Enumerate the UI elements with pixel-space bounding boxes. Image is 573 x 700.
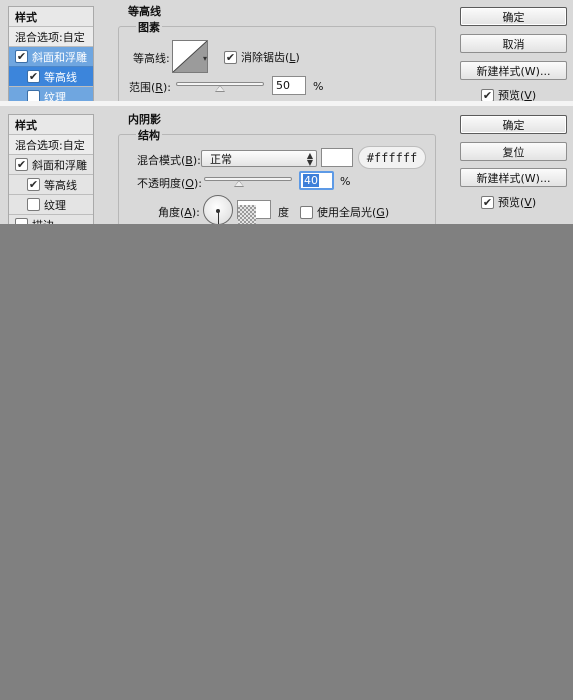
ok-button[interactable]: 确定: [460, 7, 567, 26]
bevel-emboss-label: 斜面和浮雕: [32, 50, 87, 64]
style-list-item-stroke[interactable]: 描边: [9, 215, 93, 224]
blend-mode-value: 正常: [210, 152, 232, 166]
preview-close: ): [531, 195, 537, 209]
texture-item-label: 纹理: [44, 90, 66, 102]
opacity-input[interactable]: 40: [299, 171, 334, 190]
angle-label: 角度(A):: [158, 204, 200, 220]
opacity-close: ):: [193, 177, 202, 190]
contour-item-label: 等高线: [44, 70, 77, 84]
bevel-emboss-checkbox[interactable]: [15, 50, 28, 63]
angle-shortcut: A: [184, 206, 192, 219]
opacity-unit: %: [340, 175, 351, 188]
antialias-close: ): [295, 50, 300, 64]
hex-color-label: #ffffff: [358, 146, 426, 169]
angle-input-overlay: [238, 205, 256, 224]
antialias-option[interactable]: 消除锯齿(L): [224, 49, 300, 65]
stroke-checkbox[interactable]: [15, 218, 28, 224]
group-title-elements: 图素: [136, 19, 162, 35]
contour-curve-icon: [172, 40, 208, 73]
global-light-label: 使用全局光(: [317, 206, 377, 219]
shadow-color-swatch[interactable]: [321, 148, 353, 167]
preview-shortcut: V: [524, 88, 532, 102]
style-list-item-texture[interactable]: 纹理: [9, 195, 93, 215]
preview-checkbox[interactable]: [481, 88, 494, 101]
angle-close: ):: [191, 206, 200, 219]
blend-mode-label-text: 混合模式(: [137, 154, 186, 167]
texture-checkbox[interactable]: [27, 90, 40, 101]
angle-dial[interactable]: [203, 195, 233, 224]
range-close: ):: [162, 81, 171, 94]
layer-style-dialog-inner-shadow: 样式 混合选项:自定 斜面和浮雕 等高线 纹理 描边 内阴影 结构 混合模式(B…: [0, 106, 573, 224]
style-list-blend-options[interactable]: 混合选项:自定: [9, 27, 93, 47]
style-list: 样式 混合选项:自定 斜面和浮雕 等高线 纹理 描边: [8, 114, 94, 224]
cancel-button[interactable]: 取消: [460, 34, 567, 53]
select-arrows-icon: ▲ ▼: [306, 151, 313, 167]
new-style-button[interactable]: 新建样式(W)...: [460, 61, 567, 80]
preview-label: 预览(: [498, 89, 525, 101]
style-list-header[interactable]: 样式: [9, 115, 93, 135]
blend-mode-close: ):: [192, 154, 201, 167]
contour-item-label: 等高线: [44, 178, 77, 192]
opacity-label: 不透明度(O):: [137, 175, 202, 191]
style-list-blend-options[interactable]: 混合选项:自定: [9, 135, 93, 155]
blend-mode-shortcut: B: [185, 154, 193, 167]
blend-mode-select[interactable]: 正常 ▲ ▼: [201, 150, 317, 167]
range-unit: %: [313, 80, 324, 93]
range-label-text: 范围(: [129, 81, 156, 94]
opacity-slider-track[interactable]: [204, 177, 292, 181]
opacity-slider-thumb[interactable]: [234, 180, 245, 187]
preview-option[interactable]: 预览(V): [481, 87, 536, 101]
global-light-option[interactable]: 使用全局光(G): [300, 204, 389, 220]
stroke-item-label: 描边: [32, 217, 54, 225]
preview-close: ): [531, 88, 537, 102]
preview-checkbox[interactable]: [481, 195, 494, 209]
antialias-label: 消除锯齿(: [241, 51, 290, 64]
antialias-checkbox[interactable]: [224, 50, 237, 64]
texture-checkbox[interactable]: [27, 198, 40, 211]
contour-checkbox[interactable]: [27, 178, 40, 191]
global-light-close: ): [384, 205, 390, 219]
style-list-item-contour[interactable]: 等高线: [9, 67, 93, 87]
contour-checkbox[interactable]: [27, 70, 40, 83]
style-list-header[interactable]: 样式: [9, 7, 93, 27]
bevel-emboss-checkbox[interactable]: [15, 158, 28, 171]
style-list-header-label: 样式: [15, 10, 37, 24]
global-light-shortcut: G: [376, 205, 385, 219]
opacity-label-text: 不透明度(: [137, 177, 186, 190]
opacity-value: 40: [303, 174, 319, 187]
blend-options-label: 混合选项:自定: [15, 138, 85, 152]
style-list-item-bevel-emboss[interactable]: 斜面和浮雕: [9, 155, 93, 175]
preview-option[interactable]: 预览(V): [481, 194, 536, 210]
style-list: 样式 混合选项:自定 斜面和浮雕 等高线 纹理: [8, 6, 94, 101]
range-input[interactable]: 50: [272, 76, 306, 95]
blend-mode-label: 混合模式(B):: [137, 152, 201, 168]
new-style-button[interactable]: 新建样式(W)...: [460, 168, 567, 187]
texture-item-label: 纹理: [44, 198, 66, 212]
opacity-shortcut: O: [185, 177, 194, 190]
style-list-item-texture[interactable]: 纹理: [9, 87, 93, 101]
preview-label: 预览(: [498, 196, 525, 209]
reset-button[interactable]: 复位: [460, 142, 567, 161]
style-list-item-bevel-emboss[interactable]: 斜面和浮雕: [9, 47, 93, 67]
global-light-checkbox[interactable]: [300, 205, 313, 219]
contour-label: 等高线:: [133, 52, 170, 65]
range-label: 范围(R):: [129, 79, 171, 95]
style-list-item-contour[interactable]: 等高线: [9, 175, 93, 195]
preview-shortcut: V: [524, 195, 532, 209]
layer-style-dialog-contour: 样式 混合选项:自定 斜面和浮雕 等高线 纹理 等高线 图素 等高线: ▾ 消除…: [0, 0, 573, 101]
range-shortcut: R: [155, 81, 163, 94]
blend-options-label: 混合选项:自定: [15, 30, 85, 44]
ok-button[interactable]: 确定: [460, 115, 567, 134]
bevel-emboss-label: 斜面和浮雕: [32, 158, 87, 172]
group-title-structure: 结构: [136, 127, 162, 143]
angle-label-text: 角度(: [158, 206, 185, 219]
angle-unit: 度: [278, 206, 289, 219]
section-title-contour: 等高线: [128, 5, 161, 18]
range-slider-thumb[interactable]: [215, 85, 225, 92]
style-list-header-label: 样式: [15, 118, 37, 132]
section-title-inner-shadow: 内阴影: [128, 113, 161, 126]
chevron-down-icon[interactable]: ▾: [203, 54, 207, 63]
